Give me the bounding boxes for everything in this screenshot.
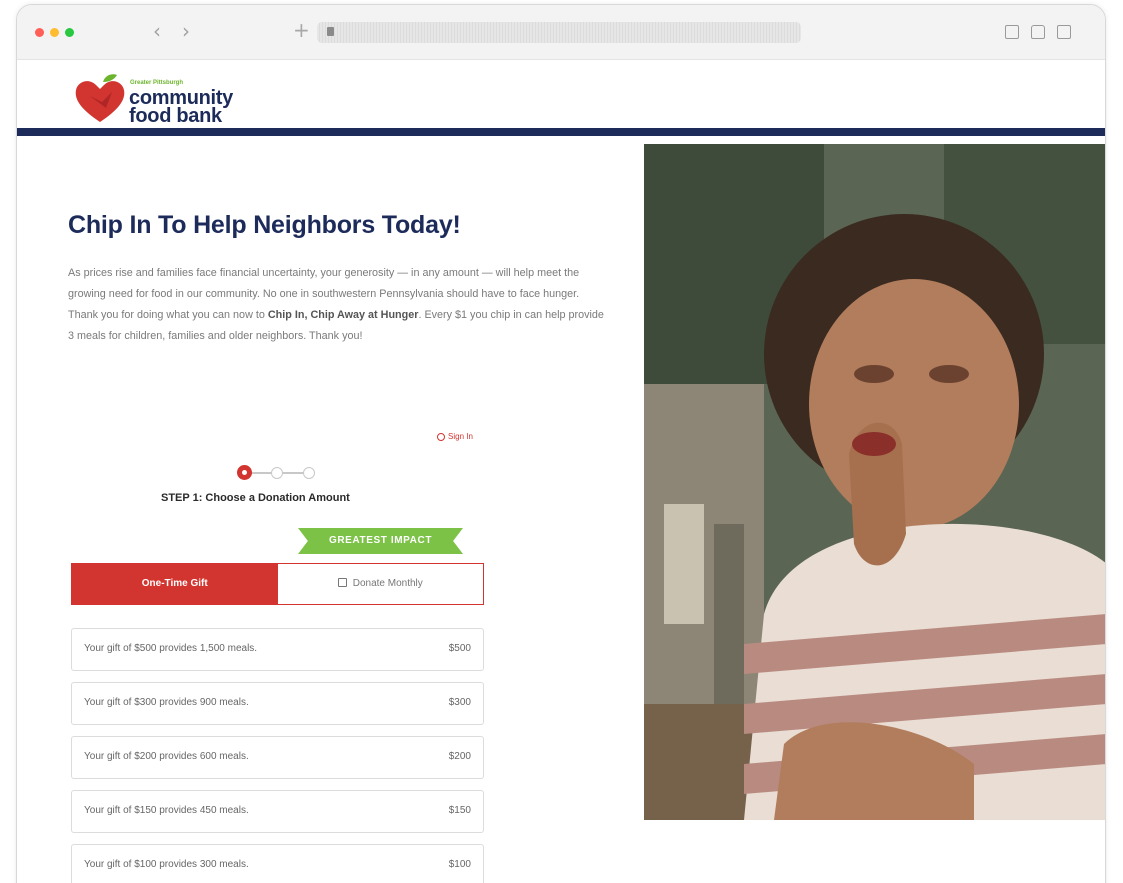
- step-title: STEP 1: Choose a Donation Amount: [161, 492, 350, 504]
- step-2-indicator: [271, 467, 283, 479]
- page-title: Chip In To Help Neighbors Today!: [68, 211, 461, 239]
- amount-option-100[interactable]: Your gift of $100 provides 300 meals. $1…: [71, 844, 484, 883]
- user-icon: [437, 432, 445, 441]
- amount-value: $150: [448, 805, 471, 816]
- close-window-button[interactable]: [35, 28, 44, 37]
- heart-apple-logo-icon[interactable]: [72, 72, 128, 128]
- donate-monthly-tab[interactable]: Donate Monthly: [277, 564, 483, 604]
- tabs-overview-icon[interactable]: [1057, 25, 1071, 39]
- donation-panel: Chip In To Help Neighbors Today! As pric…: [17, 144, 644, 883]
- sign-in-label: Sign In: [448, 432, 473, 441]
- amount-description: Your gift of $300 provides 900 meals.: [84, 697, 249, 708]
- amount-description: Your gift of $150 provides 450 meals.: [84, 805, 249, 816]
- greatest-impact-ribbon: GREATEST IMPACT: [298, 528, 463, 554]
- one-time-gift-tab[interactable]: One-Time Gift: [72, 564, 278, 604]
- reader-icon[interactable]: [1005, 25, 1019, 39]
- intro-bold-text: Chip In, Chip Away at Hunger: [267, 309, 419, 321]
- amount-value: $100: [448, 859, 471, 870]
- step-1-indicator: [237, 465, 252, 480]
- amount-description: Your gift of $500 provides 1,500 meals.: [84, 643, 258, 654]
- hero-photo: [644, 144, 1105, 820]
- amount-value: $500: [448, 643, 471, 654]
- forward-arrow-icon[interactable]: ›: [182, 19, 190, 43]
- maximize-window-button[interactable]: [65, 28, 74, 37]
- amount-option-500[interactable]: Your gift of $500 provides 1,500 meals. …: [71, 628, 484, 671]
- amount-description: Your gift of $200 provides 600 meals.: [84, 751, 249, 762]
- step-progress: [237, 465, 319, 481]
- calendar-icon: [337, 578, 347, 587]
- child-photo-illustration: [644, 144, 1105, 820]
- amount-description: Your gift of $100 provides 300 meals.: [84, 859, 249, 870]
- amount-value: $200: [448, 751, 471, 762]
- share-icon[interactable]: [1031, 25, 1045, 39]
- site-header: Greater Pittsburgh community food bank: [17, 60, 1105, 136]
- step-connector: [251, 472, 273, 474]
- address-bar[interactable]: [317, 22, 801, 43]
- gift-type-toggle: One-Time Gift Donate Monthly: [71, 563, 484, 605]
- new-tab-icon[interactable]: +: [293, 18, 310, 42]
- lock-icon: [327, 27, 334, 36]
- intro-paragraph: As prices rise and families face financi…: [68, 263, 608, 347]
- amount-value: $300: [448, 697, 471, 708]
- donate-monthly-label: Donate Monthly: [352, 578, 423, 589]
- amount-option-200[interactable]: Your gift of $200 provides 600 meals. $2…: [71, 736, 484, 779]
- amount-option-150[interactable]: Your gift of $150 provides 450 meals. $1…: [71, 790, 484, 833]
- logo-tagline: Greater Pittsburgh: [130, 80, 184, 86]
- back-arrow-icon[interactable]: ‹: [153, 19, 161, 43]
- one-time-gift-label: One-Time Gift: [141, 578, 208, 589]
- minimize-window-button[interactable]: [50, 28, 59, 37]
- browser-toolbar: ‹ › +: [17, 5, 1105, 60]
- sign-in-link[interactable]: Sign In: [437, 432, 473, 441]
- browser-window: ‹ › + Greater Pittsburgh community food …: [16, 4, 1106, 883]
- amount-option-300[interactable]: Your gift of $300 provides 900 meals. $3…: [71, 682, 484, 725]
- step-connector: [283, 472, 305, 474]
- step-3-indicator: [303, 467, 315, 479]
- logo-wordmark-line2: food bank: [129, 105, 222, 127]
